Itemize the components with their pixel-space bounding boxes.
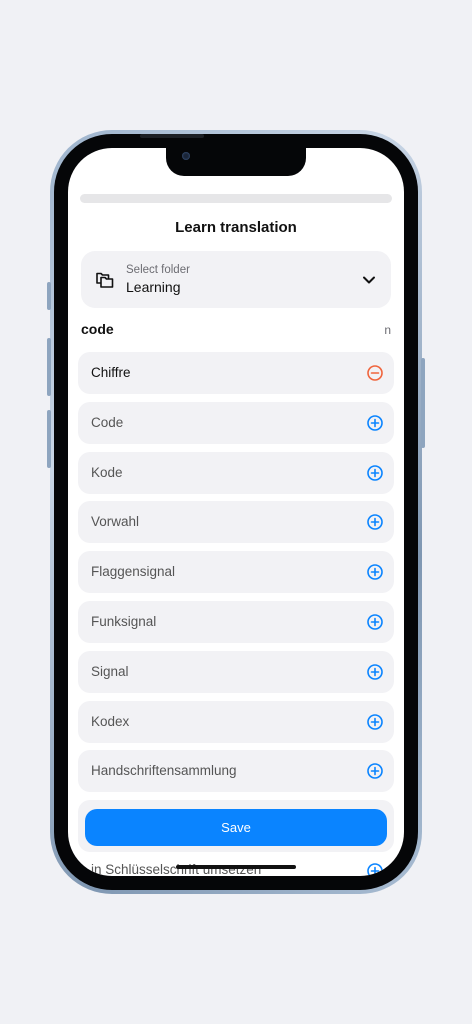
add-circle-icon[interactable] bbox=[366, 414, 384, 432]
translation-row[interactable]: Kodex bbox=[78, 700, 394, 743]
folder-label: Select folder bbox=[126, 264, 190, 276]
add-circle-icon[interactable] bbox=[366, 513, 384, 531]
folders-icon bbox=[96, 272, 114, 288]
screen: Learn translation Select folder Learning… bbox=[68, 148, 404, 876]
translation-label: Handschriftensammlung bbox=[91, 763, 237, 779]
add-circle-icon[interactable] bbox=[366, 762, 384, 780]
add-circle-icon[interactable] bbox=[366, 563, 384, 581]
part-of-speech: n bbox=[384, 323, 391, 337]
remove-circle-icon[interactable] bbox=[366, 364, 384, 382]
save-button[interactable]: Save bbox=[85, 809, 387, 846]
add-circle-icon[interactable] bbox=[366, 713, 384, 731]
add-circle-icon[interactable] bbox=[366, 663, 384, 681]
folder-selector[interactable]: Select folder Learning bbox=[81, 251, 391, 308]
translation-row[interactable]: Handschriftensammlung bbox=[78, 750, 394, 793]
translation-row[interactable]: Vorwahl bbox=[78, 501, 394, 544]
translation-label: Code bbox=[91, 414, 124, 430]
translation-row[interactable]: Signal bbox=[78, 650, 394, 693]
source-word: code bbox=[81, 321, 114, 337]
translation-label: Funksignal bbox=[91, 613, 157, 629]
translation-row[interactable]: Funksignal bbox=[78, 600, 394, 643]
translation-label: Signal bbox=[91, 663, 129, 679]
add-circle-icon[interactable] bbox=[366, 862, 384, 876]
translation-label: Kode bbox=[91, 464, 123, 480]
translation-label: Vorwahl bbox=[91, 514, 140, 530]
side-button-volume-down bbox=[47, 410, 51, 468]
translation-label: Chiffre bbox=[91, 365, 131, 380]
translation-label: Kodex bbox=[91, 713, 130, 729]
add-circle-icon[interactable] bbox=[366, 464, 384, 482]
home-indicator[interactable] bbox=[176, 865, 296, 869]
translation-row[interactable]: Kode bbox=[78, 451, 394, 494]
sheet-grabber[interactable] bbox=[80, 194, 392, 203]
side-button-silent bbox=[47, 282, 51, 310]
front-camera bbox=[182, 152, 190, 160]
translation-row[interactable]: Flaggensignal bbox=[78, 551, 394, 594]
sheet-title: Learn translation bbox=[175, 219, 297, 236]
chevron-down-icon bbox=[363, 276, 375, 284]
speaker-grille bbox=[140, 134, 204, 138]
side-button-power bbox=[421, 358, 425, 448]
translation-row[interactable]: Code bbox=[78, 401, 394, 444]
translation-list: Chiffre Code Kode Vorwahl Flaggensignal Funks… bbox=[78, 352, 394, 800]
translation-row[interactable]: Chiffre bbox=[78, 352, 394, 394]
side-button-volume-up bbox=[47, 338, 51, 396]
translation-label: Flaggensignal bbox=[91, 564, 176, 580]
folder-value: Learning bbox=[126, 279, 181, 295]
add-circle-icon[interactable] bbox=[366, 613, 384, 631]
